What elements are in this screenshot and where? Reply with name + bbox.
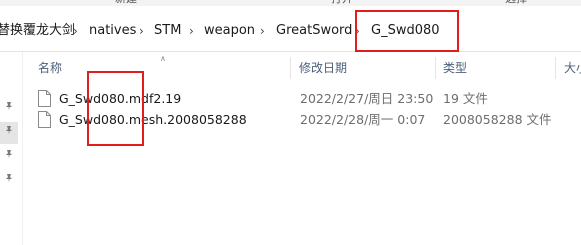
breadcrumb-chevron-icon[interactable]: ›	[139, 21, 144, 41]
ribbon-strip: 新建 打开 选择	[0, 0, 581, 6]
column-header-name[interactable]: 名称	[38, 60, 62, 76]
file-icon	[38, 111, 51, 128]
annotation-box-file-names	[87, 71, 144, 146]
breadcrumb-item-root[interactable]: 替换覆龙大剑	[0, 21, 75, 41]
breadcrumb-chevron-icon[interactable]: ›	[260, 21, 265, 41]
breadcrumb-item-greatsword[interactable]: GreatSword	[276, 21, 352, 41]
file-type: 2008058288 文件	[443, 112, 552, 127]
file-modified-date: 2022/2/28/周一 0:07	[300, 112, 426, 127]
breadcrumb-chevron-icon[interactable]: ›	[189, 21, 194, 41]
breadcrumb-item-stm[interactable]: STM	[154, 21, 181, 41]
ribbon-new-label[interactable]: 新建	[115, 0, 137, 5]
navigation-pane[interactable]	[0, 52, 18, 245]
address-bar[interactable]: 替换覆龙大剑 › natives › STM › weapon › GreatS…	[0, 11, 581, 52]
breadcrumb-chevron-icon[interactable]: ›	[73, 21, 78, 41]
column-header-type[interactable]: 类型	[443, 60, 467, 76]
ribbon-select-label[interactable]: 选择	[505, 0, 527, 5]
column-divider[interactable]	[290, 57, 291, 79]
column-header-size[interactable]: 大小	[564, 60, 581, 76]
ribbon-open-label[interactable]: 打开	[331, 0, 353, 5]
file-icon	[38, 90, 51, 107]
pin-icon[interactable]	[4, 149, 14, 159]
annotation-box-current-folder	[355, 10, 459, 52]
pin-icon[interactable]	[4, 101, 14, 111]
breadcrumb-item-natives[interactable]: natives	[89, 21, 136, 41]
file-modified-date: 2022/2/27/周日 23:50	[300, 91, 434, 106]
pane-divider[interactable]	[22, 52, 23, 245]
sort-chevron-up-icon: ∧	[160, 54, 166, 63]
column-divider[interactable]	[435, 57, 436, 79]
breadcrumb-item-weapon[interactable]: weapon	[204, 21, 255, 41]
file-type: 19 文件	[443, 91, 488, 106]
column-header-modified[interactable]: 修改日期	[299, 60, 347, 76]
pin-icon[interactable]	[4, 125, 14, 135]
column-divider[interactable]	[555, 57, 556, 79]
pin-icon[interactable]	[4, 173, 14, 183]
file-explorer-window: 新建 打开 选择 替换覆龙大剑 › natives › STM › weapon…	[0, 0, 581, 245]
